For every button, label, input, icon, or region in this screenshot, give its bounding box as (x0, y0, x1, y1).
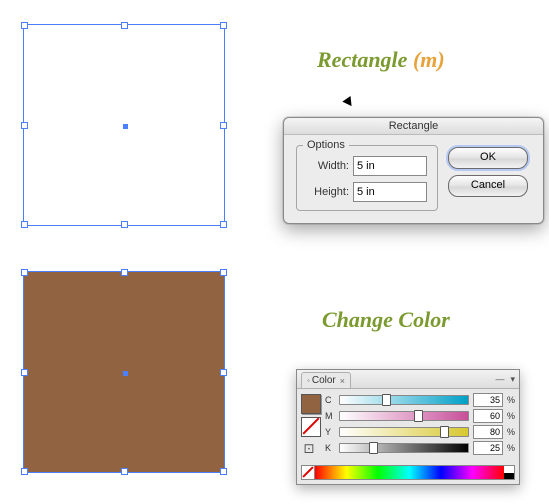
heading-text: Rectangle (317, 47, 407, 72)
height-label: Height: (305, 186, 349, 198)
canvas: Rectangle (m) Rectangle Options Width: H… (0, 0, 549, 504)
cursor-icon (342, 96, 355, 109)
options-fieldset: Options Width: Height: (296, 145, 438, 211)
color-panel: ◦ Color × — ▾ ⚀ C % M (296, 369, 520, 485)
width-input[interactable] (353, 156, 427, 176)
change-color-heading: Change Color (322, 307, 450, 333)
stroke-swatch[interactable] (301, 417, 321, 437)
tab-dot-icon: ◦ (307, 376, 310, 385)
close-icon[interactable]: × (340, 376, 345, 386)
m-slider[interactable] (339, 411, 469, 421)
m-input[interactable] (473, 409, 503, 423)
spectrum-bar[interactable] (301, 465, 515, 480)
minimize-icon[interactable]: — (495, 374, 504, 385)
k-label: K (325, 443, 335, 453)
rectangle-dialog: Rectangle Options Width: Height: OK Canc… (283, 117, 544, 224)
brown-rectangle-selection (23, 271, 225, 473)
cancel-button[interactable]: Cancel (448, 175, 528, 197)
white-rectangle-selection (23, 24, 225, 226)
y-label: Y (325, 427, 335, 437)
c-slider[interactable] (339, 395, 469, 405)
panel-controls: — ▾ (495, 374, 515, 385)
color-tab-label: Color (312, 375, 336, 386)
c-input[interactable] (473, 393, 503, 407)
rectangle-heading: Rectangle (m) (317, 47, 445, 73)
heading-shortcut: (m) (413, 47, 445, 72)
c-label: C (325, 395, 335, 405)
k-input[interactable] (473, 441, 503, 455)
ok-button[interactable]: OK (448, 147, 528, 169)
fill-swatch[interactable] (301, 394, 321, 414)
y-slider[interactable] (339, 427, 469, 437)
hue-spectrum[interactable] (315, 466, 504, 479)
y-input[interactable] (473, 425, 503, 439)
k-slider[interactable] (339, 443, 469, 453)
menu-icon[interactable]: ▾ (510, 374, 515, 385)
color-tab[interactable]: ◦ Color × (301, 372, 351, 388)
panel-tabbar: ◦ Color × — ▾ (297, 370, 519, 389)
none-color-icon[interactable] (302, 466, 315, 479)
options-legend: Options (303, 139, 349, 151)
dialog-title: Rectangle (284, 118, 543, 135)
width-label: Width: (305, 160, 349, 172)
height-input[interactable] (353, 182, 427, 202)
cube-icon[interactable]: ⚀ (301, 442, 317, 458)
m-label: M (325, 411, 335, 421)
